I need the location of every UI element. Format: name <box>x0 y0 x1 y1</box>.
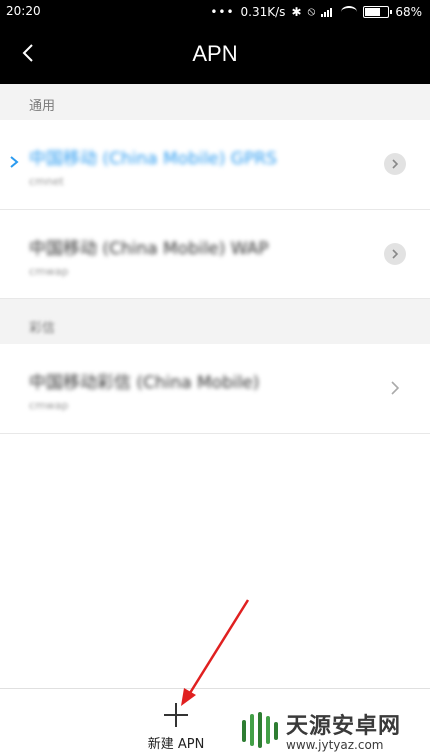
section-label: 彩信 <box>29 321 56 336</box>
apn-sub: cmwap <box>29 399 69 412</box>
status-icons: ••• 0.31K/s ✱ ⦸ 68% <box>210 4 422 19</box>
network-speed: 0.31K/s <box>240 4 286 19</box>
section-header-mms: 彩信 <box>0 299 430 344</box>
apn-sub: cmnet <box>29 175 64 188</box>
plus-icon <box>164 703 188 727</box>
chevron-right-icon[interactable] <box>384 243 406 265</box>
apn-row[interactable]: 中国移动 (China Mobile) GPRS cmnet <box>0 120 430 210</box>
watermark: 天源安卓网 www.jytyaz.com <box>236 708 426 752</box>
apn-row[interactable]: 中国移动彩信 (China Mobile) cmwap <box>0 344 430 434</box>
page-title: APN <box>192 41 238 66</box>
bluetooth-icon: ✱ <box>291 4 302 19</box>
add-apn-label: 新建 APN <box>147 737 205 752</box>
notification-dots-icon: ••• <box>210 4 235 19</box>
wifi-icon <box>341 5 358 18</box>
apn-sub: cmwap <box>29 265 69 278</box>
watermark-url: www.jytyaz.com <box>286 738 384 752</box>
status-time: 20:20 <box>6 4 41 18</box>
battery-icon <box>363 5 393 18</box>
app-bar: APN <box>0 24 430 84</box>
battery-percent: 68% <box>395 4 422 19</box>
section-label: 通用 <box>29 99 56 114</box>
apn-row[interactable]: 中国移动 (China Mobile) WAP cmwap <box>0 210 430 299</box>
selected-indicator-icon <box>10 156 19 168</box>
apn-name: 中国移动 (China Mobile) GPRS <box>29 149 277 169</box>
chevron-right-icon[interactable] <box>384 377 406 399</box>
signal-icon <box>321 7 335 17</box>
status-bar: 20:20 ••• 0.31K/s ✱ ⦸ 68% <box>0 0 430 24</box>
apn-name: 中国移动 (China Mobile) WAP <box>29 239 269 259</box>
silent-icon: ⦸ <box>307 4 316 18</box>
apn-name: 中国移动彩信 (China Mobile) <box>29 373 260 393</box>
section-header-general: 通用 <box>0 84 430 120</box>
watermark-name: 天源安卓网 <box>286 714 402 739</box>
watermark-logo-icon <box>236 710 280 750</box>
add-apn-button[interactable]: 新建 APN <box>138 693 214 753</box>
chevron-right-icon[interactable] <box>384 153 406 175</box>
